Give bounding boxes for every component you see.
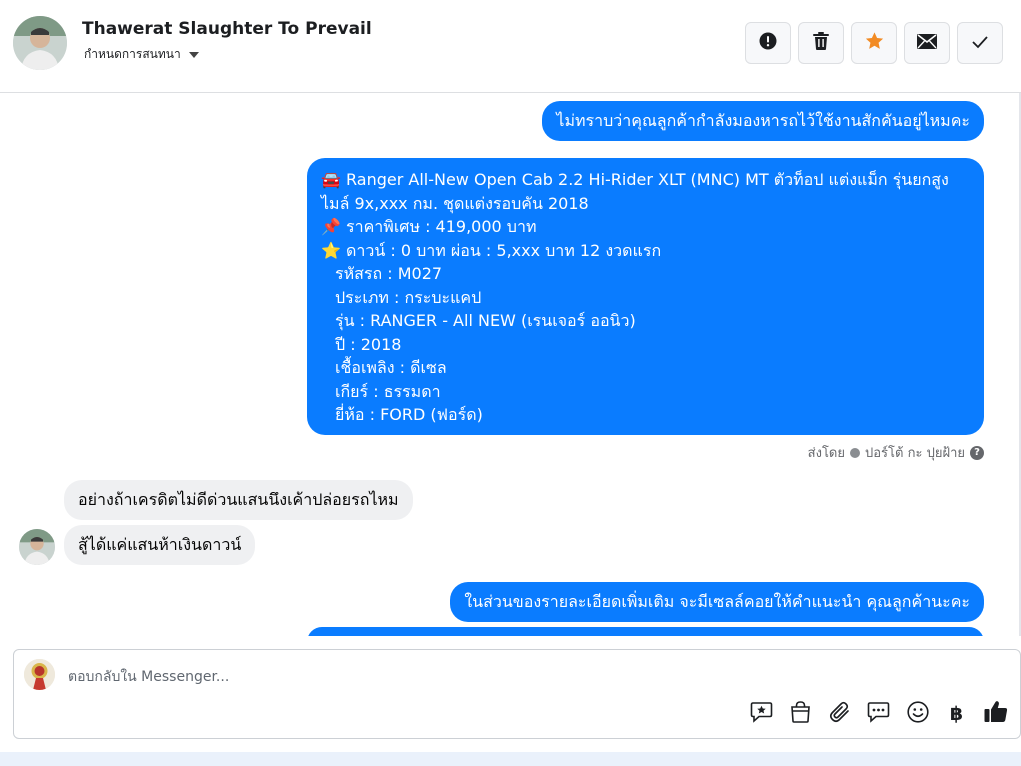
message-line: เกียร์ : ธรรมดา	[335, 381, 441, 401]
message-line: ยี่ห้อ : FORD (ฟอร์ด)	[335, 405, 483, 424]
caret-down-icon	[188, 51, 199, 58]
message-thread[interactable]: ไม่ทราบว่าคุณลูกค้ากำลังมองหารถไว้ใช้งาน…	[0, 93, 1021, 636]
messenger-inbox-page: Thawerat Slaughter To Prevail กำหนดการสน…	[0, 0, 1021, 766]
star-icon	[865, 32, 884, 54]
message-text: ไม่ทราบว่าคุณลูกค้ากำลังมองหารถไว้ใช้งาน…	[556, 111, 970, 130]
incoming-message[interactable]: สู้ได้แค่แสนห้าเงินดาวน์	[64, 525, 256, 565]
message-text: สู้ได้แค่แสนห้าเงินดาวน์	[78, 535, 242, 554]
mark-done-button[interactable]	[957, 22, 1003, 64]
message-text: อย่างถ้าเครดิตไม่ดีด่วนแสนนึงเค้าปล่อยรถ…	[78, 490, 399, 509]
message-line: ไมล์ 9x,xxx กม. ชุดแต่งรอบคัน 2018	[321, 193, 589, 213]
mark-spam-button[interactable]	[745, 22, 791, 64]
saved-reply-icon	[750, 701, 773, 727]
contact-avatar-small[interactable]	[19, 529, 55, 565]
verified-dot-icon	[850, 447, 860, 458]
composer-toolbar: ฿	[749, 700, 1008, 727]
mail-icon	[917, 33, 937, 53]
payment-button[interactable]: ฿	[944, 701, 969, 726]
page-avatar	[24, 659, 55, 690]
thumbs-up-icon	[984, 700, 1008, 727]
check-icon	[971, 34, 989, 53]
reply-input[interactable]	[68, 666, 948, 688]
sender-name: ปอร์โต้ กะ ปุยฝ้าย	[865, 446, 965, 461]
mark-unread-button[interactable]	[904, 22, 950, 64]
message-line: รหัสรถ : M027	[335, 264, 443, 283]
contact-name: Thawerat Slaughter To Prevail	[82, 19, 372, 39]
outgoing-message[interactable]: ไม่ทราบว่าคุณลูกค้ากำลังมองหารถไว้ใช้งาน…	[542, 101, 984, 141]
page-footer-strip	[0, 752, 1021, 766]
alert-icon	[759, 32, 777, 54]
message-line: เชื้อเพลิง : ดีเซล	[335, 358, 447, 377]
message-line: 📌 ราคาพิเศษ : 419,000 บาท	[321, 217, 537, 236]
assign-conversation-dropdown[interactable]: กำหนดการสนทนา	[84, 45, 199, 64]
conversation-header: Thawerat Slaughter To Prevail กำหนดการสน…	[0, 0, 1021, 93]
attachment-icon	[829, 701, 851, 727]
message-text: ในส่วนของรายละเอียดเพิ่มเติม จะมีเซลล์คอ…	[464, 592, 970, 611]
star-button[interactable]	[851, 22, 897, 64]
attach-file-button[interactable]	[827, 701, 852, 726]
reply-composer: ฿	[13, 649, 1021, 739]
outgoing-message-listing[interactable]: 🚘 Ranger All-New Open Cab 2.2 Hi-Rider X…	[307, 158, 984, 435]
sent-by-prefix: ส่งโดย	[807, 446, 845, 461]
message-line: รุ่น : RANGER - All NEW (เรนเจอร์ ออนิว)	[335, 311, 636, 330]
shop-button[interactable]	[788, 700, 813, 727]
baht-icon: ฿	[949, 702, 964, 725]
outgoing-message-partial[interactable]	[307, 627, 984, 636]
assign-conversation-label: กำหนดการสนทนา	[84, 47, 181, 61]
trash-icon	[813, 32, 829, 54]
chat-bubble-icon	[867, 701, 890, 727]
message-line: 🚘 Ranger All-New Open Cab 2.2 Hi-Rider X…	[321, 170, 949, 189]
message-line: ปี : 2018	[335, 334, 402, 354]
emoji-icon	[906, 700, 929, 727]
header-actions	[745, 22, 1003, 64]
incoming-message[interactable]: อย่างถ้าเครดิตไม่ดีด่วนแสนนึงเค้าปล่อยรถ…	[64, 480, 413, 520]
outgoing-message[interactable]: ในส่วนของรายละเอียดเพิ่มเติม จะมีเซลล์คอ…	[450, 582, 984, 622]
saved-reply-button[interactable]	[749, 701, 774, 726]
shop-bag-icon	[790, 700, 811, 727]
quick-replies-button[interactable]	[866, 701, 891, 726]
delete-button[interactable]	[798, 22, 844, 64]
sent-by-label: ส่งโดย ปอร์โต้ กะ ปุยฝ้าย ?	[808, 442, 984, 463]
emoji-button[interactable]	[905, 700, 930, 727]
contact-avatar[interactable]	[13, 16, 67, 70]
message-line: ประเภท : กระบะแคป	[335, 287, 482, 307]
message-line: ⭐ ดาวน์ : 0 บาท ผ่อน : 5,xxx บาท 12 งวดแ…	[321, 240, 662, 260]
help-icon[interactable]: ?	[970, 445, 984, 460]
like-button[interactable]	[983, 701, 1008, 726]
